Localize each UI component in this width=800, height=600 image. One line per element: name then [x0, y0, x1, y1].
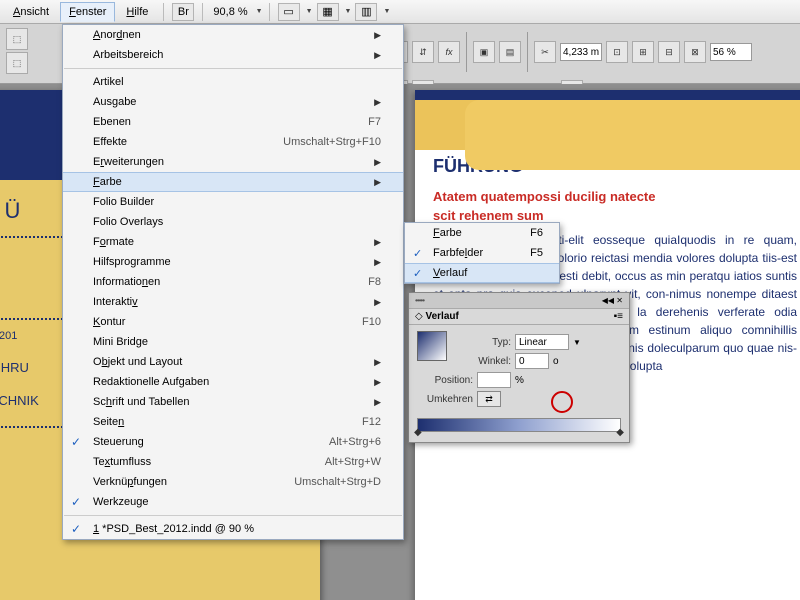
umkehren-label: Umkehren: [417, 394, 473, 405]
menu-ebenen[interactable]: EbenenF7: [63, 112, 403, 132]
separator: [163, 3, 164, 21]
verlauf-panel: ••••• ◀◀ ✕ ◇ Verlauf▪≡ Typ:▼ Winkel:o Po…: [408, 292, 630, 443]
view-button[interactable]: ▥: [355, 3, 377, 21]
menu-verknuepfungen[interactable]: VerknüpfungenUmschalt+Strg+D: [63, 472, 403, 492]
drag-icon[interactable]: •••••: [415, 296, 424, 305]
menu-fenster[interactable]: Fenster: [60, 2, 115, 22]
menu-ausgabe[interactable]: Ausgabe▶: [63, 92, 403, 112]
chevron-down-icon[interactable]: ▼: [306, 8, 313, 15]
fenster-menu: Anordnen▶ Arbeitsbereich▶ Artikel Ausgab…: [62, 24, 404, 540]
submenu-farbe[interactable]: FarbeF6: [405, 223, 559, 243]
submenu-farbfelder[interactable]: ✓FarbfelderF5: [405, 243, 559, 263]
separator: [269, 3, 270, 21]
arrange-button[interactable]: ▦: [317, 3, 339, 21]
menu-werkzeuge[interactable]: ✓Werkzeuge: [63, 492, 403, 512]
menu-arbeitsbereich[interactable]: Arbeitsbereich▶: [63, 45, 403, 65]
typ-select[interactable]: [515, 334, 569, 350]
wrap-icon[interactable]: ▣: [473, 41, 495, 63]
measure-input[interactable]: [560, 43, 602, 61]
menu-folio-overlays[interactable]: Folio Overlays: [63, 212, 403, 232]
typ-label: Typ:: [455, 337, 511, 348]
separator: [202, 3, 203, 21]
menu-interaktiv[interactable]: Interaktiv▶: [63, 292, 403, 312]
menu-ansicht[interactable]: AAnsichtnsicht: [4, 2, 58, 22]
menubar: AAnsichtnsicht Fenster Hilfe Br 90,8 %▼ …: [0, 0, 800, 24]
menu-kontur[interactable]: KonturF10: [63, 312, 403, 332]
farbe-submenu: FarbeF6 ✓FarbfelderF5 ✓Verlauf: [404, 222, 560, 284]
menu-steuerung[interactable]: ✓SteuerungAlt+Strg+6: [63, 432, 403, 452]
menu-seiten[interactable]: SeitenF12: [63, 412, 403, 432]
menu-erweiterungen[interactable]: Erweiterungen▶: [63, 152, 403, 172]
position-label: Position:: [417, 375, 473, 386]
screen-mode-button[interactable]: ▭: [278, 3, 300, 21]
panel-menu-icon[interactable]: ▪≡: [614, 311, 623, 322]
gradient-ramp[interactable]: [417, 418, 621, 432]
menu-mini-bridge[interactable]: Mini Bridge: [63, 332, 403, 352]
chevron-down-icon[interactable]: ▼: [345, 8, 352, 15]
submenu-verlauf[interactable]: ✓Verlauf: [405, 263, 559, 283]
align-icon[interactable]: ⬚: [6, 28, 28, 50]
collapse-icon[interactable]: ◀◀ ✕: [602, 296, 623, 305]
fx-icon[interactable]: fx: [438, 41, 460, 63]
panel-header[interactable]: ••••• ◀◀ ✕: [409, 293, 629, 309]
menu-farbe[interactable]: Farbe▶: [63, 172, 403, 192]
menu-hilfe[interactable]: Hilfe: [117, 2, 157, 22]
menu-window-1[interactable]: ✓1 *PSD_Best_2012.indd @ 90 %: [63, 519, 403, 539]
winkel-input[interactable]: [515, 353, 549, 369]
menu-anordnen[interactable]: Anordnen▶: [63, 25, 403, 45]
menu-informationen[interactable]: InformationenF8: [63, 272, 403, 292]
align-icon[interactable]: ⬚: [6, 52, 28, 74]
menu-folio-builder[interactable]: Folio Builder: [63, 192, 403, 212]
menu-schrift-tabellen[interactable]: Schrift und Tabellen▶: [63, 392, 403, 412]
menu-textumfluss[interactable]: TextumflussAlt+Strg+W: [63, 452, 403, 472]
position-input[interactable]: [477, 372, 511, 388]
zoom-value[interactable]: 90,8 %: [209, 6, 251, 18]
subhead: Atatem quatempossi ducilig natecte: [433, 189, 797, 204]
chevron-down-icon[interactable]: ▼: [573, 338, 581, 347]
menu-objekt-layout[interactable]: Objekt und Layout▶: [63, 352, 403, 372]
flip-v-icon[interactable]: ⇵: [412, 41, 434, 63]
fit-icon[interactable]: ⊡: [606, 41, 628, 63]
menu-hilfsprogramme[interactable]: Hilfsprogramme▶: [63, 252, 403, 272]
bridge-button[interactable]: Br: [172, 3, 194, 21]
winkel-label: Winkel:: [455, 356, 511, 367]
gradient-swatch[interactable]: [417, 331, 447, 361]
menu-artikel[interactable]: Artikel: [63, 72, 403, 92]
separator: [466, 32, 467, 72]
separator: [527, 32, 528, 72]
percent-input[interactable]: [710, 43, 752, 61]
fit-icon[interactable]: ⊞: [632, 41, 654, 63]
fit-icon[interactable]: ⊠: [684, 41, 706, 63]
chevron-down-icon[interactable]: ▼: [383, 8, 390, 15]
subhead: scit rehenem sum: [433, 208, 797, 223]
menu-effekte[interactable]: EffekteUmschalt+Strg+F10: [63, 132, 403, 152]
chevron-down-icon[interactable]: ▼: [256, 8, 263, 15]
panel-tab[interactable]: ◇ Verlauf: [415, 311, 459, 322]
menu-formate[interactable]: Formate▶: [63, 232, 403, 252]
wrap-icon[interactable]: ▤: [499, 41, 521, 63]
fit-icon[interactable]: ⊟: [658, 41, 680, 63]
menu-redaktionelle[interactable]: Redaktionelle Aufgaben▶: [63, 372, 403, 392]
reverse-button[interactable]: ⇄: [477, 391, 501, 407]
crop-icon[interactable]: ✂: [534, 41, 556, 63]
